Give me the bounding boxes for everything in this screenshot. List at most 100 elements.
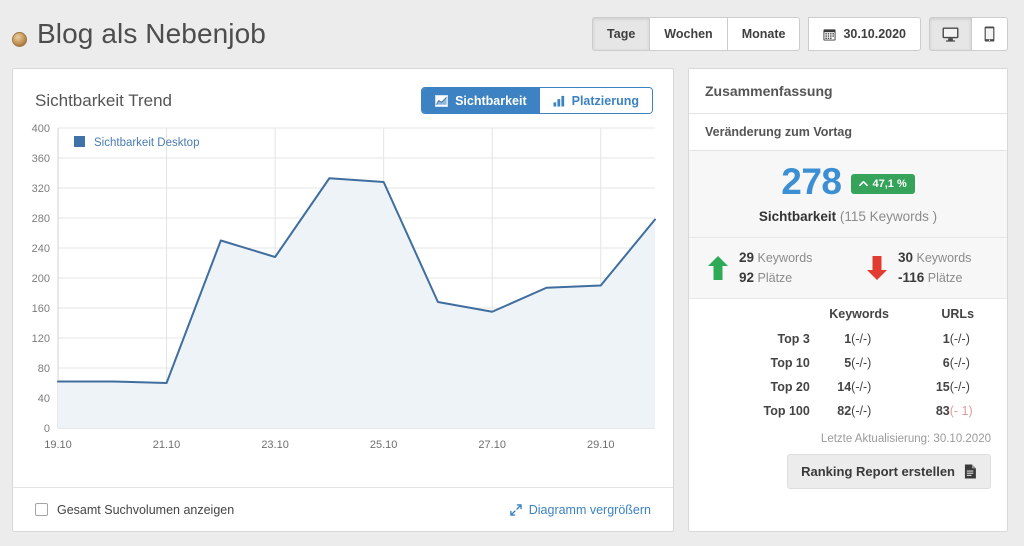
row-label: Top 10 [770,356,810,371]
row-keywords: 5 [844,356,852,371]
movers-down: 30 Keywords -116 Plätze [848,248,1007,287]
device-toggle-group [929,17,1008,51]
date-picker-group: 30.10.2020 [808,17,921,51]
row-urls: 15 [935,380,950,395]
ranking-report-label: Ranking Report erstellen [801,464,955,480]
chart-area-icon [435,94,449,107]
movers-up-count: 29 [739,250,755,265]
movers-down-places: -116 [898,269,925,285]
x-axis-tick-label: 19.10 [44,439,72,451]
x-axis-tick-label: 21.10 [153,439,181,451]
movers-block: 29 Keywords 92 Plätze 30 Keywords -116 P… [689,238,1007,300]
chevron-up-icon [859,180,869,187]
col-urls: URLs [941,307,975,322]
tab-platzierung-label: Platzierung [571,93,639,108]
x-axis-tick-label: 29.10 [587,439,615,451]
y-axis-tick-label: 0 [44,423,50,435]
col-keywords: Keywords [829,307,889,322]
y-axis-tick-label: 400 [32,123,50,135]
y-axis-tick-label: 360 [32,153,50,165]
movers-down-count: 30 [898,250,914,265]
row-urls-delta: (- 1) [949,404,973,419]
x-axis-tick-label: 23.10 [261,439,289,451]
range-button-wochen[interactable]: Wochen [649,17,727,51]
top-rankings-table: Keywords URLs Top 3 1 (-/-) 1 (-/-) Top 10 5 (-… [689,299,1007,423]
table-row: Top 10 5 (-/-) 6 (-/-) [689,351,1007,375]
range-button-tage-label: Tage [607,27,636,41]
device-button-mobile[interactable] [971,17,1008,51]
row-urls: 6 [942,356,950,371]
y-axis-tick-label: 320 [32,183,50,195]
series-area-sichtbarkeit-desktop [58,178,655,428]
table-row: Top 3 1 (-/-) 1 (-/-) [689,327,1007,351]
range-button-monate[interactable]: Monate [726,17,801,51]
calendar-icon [823,28,836,41]
movers-up-places: 92 [739,269,755,285]
row-keywords-delta: (-/-) [851,404,872,419]
chart-mode-segmented-control: Sichtbarkeit Platzierung [421,87,653,114]
col-blank [689,299,810,327]
range-button-tage[interactable]: Tage [592,17,650,51]
kpi-caption-metric: Sichtbarkeit [758,209,837,224]
visibility-trend-chart[interactable]: 0 40 80 120 160 200 240 280 320 360 400 19.10 21.10 2… [13,118,673,468]
row-label: Top 100 [763,404,810,419]
row-urls: 83 [935,404,950,419]
movers-down-places-label: Plätze [927,270,963,285]
search-volume-checkbox[interactable] [35,503,48,516]
report-button-row: Ranking Report erstellen [689,445,1007,490]
page-title: Blog als Nebenjob [37,18,266,49]
tab-sichtbarkeit-label: Sichtbarkeit [455,93,527,108]
tab-sichtbarkeit[interactable]: Sichtbarkeit [422,88,540,113]
summary-section-title: Veränderung zum Vortag [689,114,1007,151]
kpi-change-badge: 47,1 % [851,173,915,194]
kpi-caption: Sichtbarkeit (115 Keywords ) [699,209,997,224]
movers-up-text: 29 Keywords 92 Plätze [739,248,812,287]
row-label: Top 3 [777,332,810,347]
row-keywords-delta: (-/-) [851,356,872,371]
chart-panel: Sichtbarkeit Trend Sichtbarkeit Platzier… [12,68,674,532]
row-label: Top 20 [770,380,810,395]
kpi-value: 278 [781,161,842,202]
enlarge-chart-link[interactable]: Diagramm vergrößern [509,502,651,517]
movers-down-count-label: Keywords [916,251,972,265]
arrow-down-icon [866,255,888,281]
range-button-wochen-label: Wochen [664,27,713,41]
y-axis-tick-label: 240 [32,243,50,255]
y-axis-tick-label: 40 [38,393,50,405]
app-header: Blog als Nebenjob Tage Wochen Monate 30.… [0,0,1024,68]
search-volume-checkbox-row[interactable]: Gesamt Suchvolumen anzeigen [35,503,234,517]
x-axis-tick-label: 25.10 [370,439,398,451]
kpi-row: 278 47,1 % [699,163,997,200]
y-axis-tick-label: 280 [32,213,50,225]
arrow-up-icon [707,255,729,281]
device-button-desktop[interactable] [929,17,971,51]
y-axis-tick-label: 120 [32,333,50,345]
kpi-caption-keywords: (115 Keywords ) [839,209,938,224]
brand: Blog als Nebenjob [12,20,592,48]
chart-panel-header: Sichtbarkeit Trend Sichtbarkeit Platzier… [13,69,673,118]
y-axis-tick-label: 200 [32,273,50,285]
enlarge-chart-label: Diagramm vergrößern [528,502,651,517]
movers-down-text: 30 Keywords -116 Plätze [898,248,971,287]
tab-platzierung[interactable]: Platzierung [539,88,652,113]
main-content: Sichtbarkeit Trend Sichtbarkeit Platzier… [0,68,1024,532]
chart-title: Sichtbarkeit Trend [35,90,173,110]
x-axis-tick-label: 27.10 [478,439,506,451]
y-axis-tick-label: 160 [32,303,50,315]
search-volume-checkbox-label: Gesamt Suchvolumen anzeigen [57,502,235,517]
table-header-row: Keywords URLs [689,299,1007,327]
summary-panel-title: Zusammenfassung [689,69,1007,114]
row-urls-delta: (-/-) [949,332,970,347]
ranking-report-button[interactable]: Ranking Report erstellen [787,454,991,490]
table-row: Top 100 82 (-/-) 83 (- 1) [689,399,1007,423]
range-button-group: Tage Wochen Monate [592,17,801,51]
movers-up-places-label: Plätze [757,270,793,285]
mobile-icon [984,26,995,42]
chart-plot-area[interactable]: 0 40 80 120 160 200 240 280 320 360 400 19.10 21.10 2… [13,118,673,487]
y-axis-tick-label: 80 [38,363,50,375]
date-picker-label: 30.10.2020 [843,27,906,41]
date-picker-button[interactable]: 30.10.2020 [808,17,921,51]
chart-panel-footer: Gesamt Suchvolumen anzeigen Diagramm ver… [13,487,673,531]
movers-up: 29 Keywords 92 Plätze [689,248,848,287]
row-keywords: 14 [837,380,852,395]
